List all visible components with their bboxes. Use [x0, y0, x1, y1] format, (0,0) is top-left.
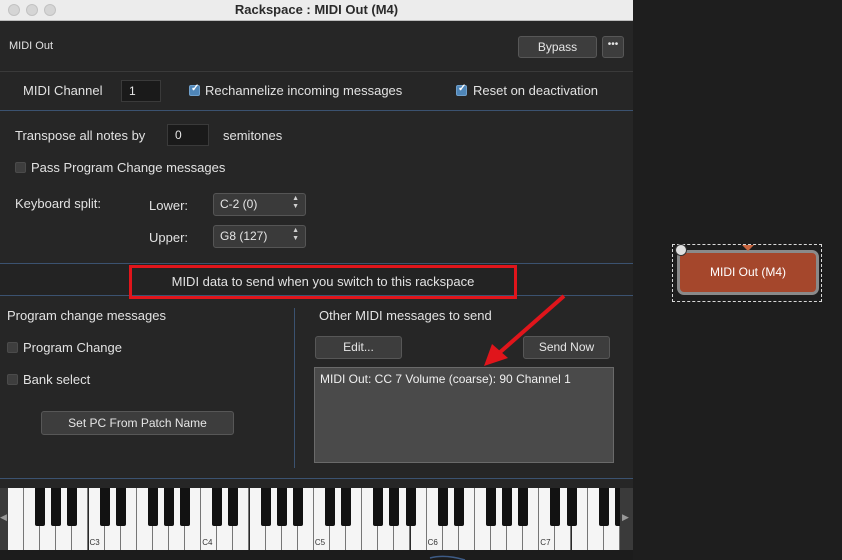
plugin-window: Rackspace : MIDI Out (M4) MIDI Out Bypas… — [0, 0, 633, 550]
lower-label: Lower: — [149, 198, 189, 213]
upper-label: Upper: — [149, 230, 189, 245]
black-key[interactable] — [405, 488, 416, 526]
black-key[interactable] — [147, 488, 158, 526]
black-key[interactable] — [341, 488, 352, 526]
edit-button[interactable]: Edit... — [315, 336, 402, 359]
black-key[interactable] — [228, 488, 239, 526]
octave-label: C4 — [202, 538, 213, 547]
program-change-heading: Program change messages — [7, 308, 166, 323]
plugin-name: MIDI Out — [9, 40, 54, 52]
other-midi-heading: Other MIDI messages to send — [319, 308, 492, 323]
scroll-left-button[interactable]: ◀ — [0, 488, 8, 550]
black-key[interactable] — [437, 488, 448, 526]
plugin-header: MIDI Out Bypass ••• — [0, 21, 633, 71]
black-key[interactable] — [164, 488, 174, 526]
bank-select-label: Bank select — [23, 372, 91, 387]
black-key[interactable] — [453, 488, 464, 526]
program-change-label: Program Change — [23, 340, 122, 355]
black-key[interactable] — [614, 488, 620, 526]
bottom-divider — [0, 478, 633, 479]
black-key[interactable] — [276, 488, 287, 526]
black-key[interactable] — [598, 488, 609, 526]
black-key[interactable] — [180, 488, 191, 526]
black-key[interactable] — [566, 488, 577, 526]
column-divider — [294, 308, 295, 468]
black-key[interactable] — [325, 488, 335, 526]
midi-channel-label: MIDI Channel — [23, 83, 103, 98]
octave-label: C5 — [314, 538, 326, 547]
midi-port-icon[interactable] — [675, 244, 687, 256]
piano-keyboard[interactable]: ◀ ▶ C3 C4 C5 C6 C7 — [0, 488, 633, 550]
set-pc-from-patch-name-button[interactable]: Set PC From Patch Name — [41, 411, 234, 435]
black-key[interactable] — [212, 488, 223, 526]
lower-split-value: C-2 (0) — [220, 197, 258, 211]
scroll-right-button[interactable]: ▶ — [620, 488, 633, 550]
rechannelize-checkbox[interactable] — [189, 83, 200, 96]
midi-out-node-label: MIDI Out (M4) — [709, 265, 786, 279]
octave-label: C7 — [540, 538, 551, 547]
octave-label: C6 — [427, 538, 438, 547]
left-arrow-icon: ◀ — [0, 512, 7, 522]
rechannelize-label: Rechannelize incoming messages — [205, 83, 403, 98]
black-key[interactable] — [373, 488, 384, 526]
pass-program-change-checkbox[interactable] — [15, 162, 26, 173]
reset-on-deactivation-checkbox[interactable] — [456, 83, 467, 96]
section-divider — [0, 110, 633, 111]
title-bar[interactable]: Rackspace : MIDI Out (M4) — [0, 0, 633, 21]
black-key[interactable] — [67, 488, 78, 526]
header-divider — [0, 71, 633, 72]
keyboard-split-label: Keyboard split: — [15, 196, 101, 211]
black-key[interactable] — [260, 488, 271, 526]
midi-messages-list[interactable]: MIDI Out: CC 7 Volume (coarse): 90 Chann… — [314, 367, 614, 463]
window-title: Rackspace : MIDI Out (M4) — [234, 2, 399, 17]
octave-label: C3 — [89, 538, 100, 547]
piano-keys[interactable]: C3 C4 C5 C6 C7 — [8, 488, 620, 550]
white-key[interactable] — [8, 488, 25, 550]
black-key[interactable] — [550, 488, 561, 526]
stepper-arrows-icon: ▲ ▼ — [292, 195, 299, 210]
annotation-arrow-icon — [484, 294, 566, 366]
midi-channel-field[interactable]: 1 — [121, 80, 161, 102]
black-key[interactable] — [115, 488, 126, 526]
upper-split-value: G8 (127) — [220, 229, 268, 243]
bypass-button[interactable]: Bypass — [518, 36, 597, 58]
black-key[interactable] — [99, 488, 110, 526]
node-input-pin-icon[interactable] — [742, 245, 754, 251]
upper-split-select[interactable]: G8 (127) ▲ ▼ — [213, 225, 306, 248]
black-key[interactable] — [292, 488, 303, 526]
black-key[interactable] — [51, 488, 62, 526]
right-arrow-icon: ▶ — [622, 512, 629, 522]
transpose-label: Transpose all notes by — [15, 128, 146, 143]
semitones-label: semitones — [223, 128, 283, 143]
more-options-button[interactable]: ••• — [602, 36, 624, 58]
midi-message-item[interactable]: MIDI Out: CC 7 Volume (coarse): 90 Chann… — [320, 372, 571, 386]
transpose-field[interactable]: 0 — [167, 124, 209, 146]
bank-select-checkbox[interactable] — [7, 374, 18, 385]
stepper-arrows-icon: ▲ ▼ — [292, 227, 299, 242]
black-key[interactable] — [502, 488, 513, 526]
lower-split-select[interactable]: C-2 (0) ▲ ▼ — [213, 193, 306, 216]
black-key[interactable] — [389, 488, 400, 526]
pass-program-change-label: Pass Program Change messages — [31, 160, 226, 175]
midi-out-node[interactable]: MIDI Out (M4) — [677, 250, 819, 295]
reset-on-deactivation-label: Reset on deactivation — [473, 83, 599, 98]
black-key[interactable] — [518, 488, 529, 526]
black-key[interactable] — [35, 488, 46, 526]
midi-data-banner-text: MIDI data to send when you switch to thi… — [129, 265, 517, 299]
black-key[interactable] — [486, 488, 496, 526]
program-change-checkbox[interactable] — [7, 342, 18, 353]
